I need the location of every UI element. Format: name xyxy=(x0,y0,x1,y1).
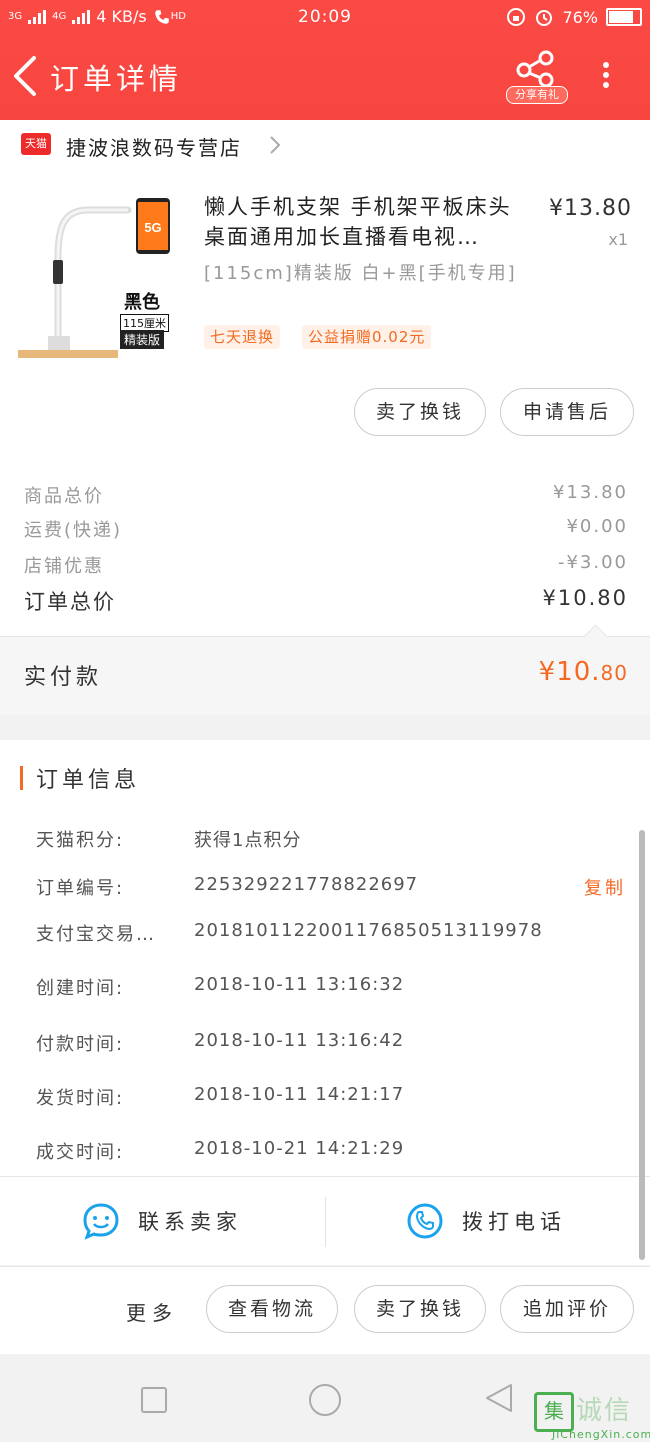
info-value: 225329221778822697 xyxy=(194,874,419,895)
product-image-edition: 精装版 xyxy=(120,330,165,349)
info-label: 订单编号: xyxy=(36,878,125,899)
actual-payment-label: 实付款 xyxy=(24,665,103,690)
watermark-url: JiChengXin.com xyxy=(552,1428,650,1441)
info-label: 发货时间: xyxy=(36,1088,125,1109)
price-summary: 商品总价 ¥13.80 运费(快递) ¥0.00 店铺优惠 -¥3.00 订单总… xyxy=(0,470,650,636)
info-value: 2018-10-11 13:16:42 xyxy=(194,1030,405,1051)
tag-charity-donation: 公益捐赠0.02元 xyxy=(302,325,432,349)
bottom-action-bar: 更多 查看物流 卖了换钱 追加评价 xyxy=(0,1266,650,1355)
share-label: 分享有礼 xyxy=(506,86,568,104)
info-row-order-number: 订单编号: 225329221778822697 复制 xyxy=(36,874,636,904)
shop-discount-value: -¥3.00 xyxy=(557,552,628,573)
info-value: 2018101122001176850513119978 xyxy=(194,920,543,941)
copy-order-number-button[interactable]: 复制 xyxy=(584,874,626,900)
order-info-section: 订单信息 天猫积分: 获得1点积分 订单编号: 2253292217788226… xyxy=(0,740,650,1176)
watermark-logo: 集 诚信 JiChengXin.com xyxy=(532,1390,650,1442)
order-total-row: 订单总价 ¥10.80 xyxy=(24,586,628,616)
info-row-created-time: 创建时间: 2018-10-11 13:16:32 xyxy=(36,974,636,1004)
rotation-lock-icon xyxy=(507,8,526,26)
info-value: 2018-10-11 13:16:32 xyxy=(194,974,405,995)
more-menu-icon[interactable] xyxy=(596,58,616,94)
shipping-row: 运费(快递) ¥0.00 xyxy=(24,516,628,546)
contact-seller-button[interactable]: 联系卖家 xyxy=(82,1199,242,1243)
tmall-badge: 天猫 xyxy=(21,133,51,155)
order-info-title: 订单信息 xyxy=(36,768,141,793)
sell-for-cash-button[interactable]: 卖了换钱 xyxy=(354,388,486,436)
product-card: 5G 黑色 115厘米 精装版 懒人手机支架 手机架平板床头桌面通用加长直播看电… xyxy=(0,170,650,470)
header: 3G 4G 4 KB/s HD 20:09 76% 订单详情 分享有礼 xyxy=(0,0,650,120)
status-right: 76% xyxy=(506,7,642,27)
divider xyxy=(325,1197,326,1247)
info-label: 支付宝交易… xyxy=(36,924,156,945)
call-phone-label: 拨打电话 xyxy=(462,1210,566,1234)
info-row-alipay-trade: 支付宝交易… 2018101122001176850513119978 xyxy=(36,920,636,950)
battery-percent: 76% xyxy=(562,7,598,27)
recent-apps-icon[interactable] xyxy=(140,1386,168,1414)
phone-call-icon xyxy=(407,1203,443,1239)
goods-total-label: 商品总价 xyxy=(24,486,104,507)
svg-text:5G: 5G xyxy=(144,220,161,235)
add-review-button[interactable]: 追加评价 xyxy=(500,1285,634,1333)
info-row-completed-time: 成交时间: 2018-10-21 14:21:29 xyxy=(36,1138,636,1168)
info-label: 付款时间: xyxy=(36,1034,125,1055)
shipping-value: ¥0.00 xyxy=(566,516,628,537)
back-arrow-icon[interactable] xyxy=(8,54,44,98)
more-button[interactable]: 更多 xyxy=(126,1297,178,1326)
watermark-glyph: 集 xyxy=(534,1392,574,1432)
info-label: 天猫积分: xyxy=(36,830,125,851)
shop-row[interactable]: 天猫 捷波浪数码专营店 xyxy=(0,120,650,170)
actual-payment-major: ¥10. xyxy=(538,657,601,687)
back-triangle-icon[interactable] xyxy=(484,1382,514,1414)
actual-payment-minor: 80 xyxy=(600,661,628,685)
goods-total-row: 商品总价 ¥13.80 xyxy=(24,482,628,512)
actual-payment-row: 实付款 ¥10.80 xyxy=(0,624,650,715)
product-sku: [115cm]精装版 白+黑[手机专用] xyxy=(204,263,517,284)
info-value: 获得1点积分 xyxy=(194,830,302,851)
share-icon xyxy=(516,50,554,88)
info-row-tmall-points: 天猫积分: 获得1点积分 xyxy=(36,826,636,856)
section-accent-bar xyxy=(20,766,23,790)
sell-for-cash-bottom-button[interactable]: 卖了换钱 xyxy=(354,1285,486,1333)
product-image-color: 黑色 xyxy=(124,292,160,313)
alarm-icon xyxy=(536,10,553,26)
shop-discount-row: 店铺优惠 -¥3.00 xyxy=(24,552,628,582)
info-row-paid-time: 付款时间: 2018-10-11 13:16:42 xyxy=(36,1030,636,1060)
contact-bar: 联系卖家 拨打电话 xyxy=(0,1176,650,1265)
product-title[interactable]: 懒人手机支架 手机架平板床头桌面通用加长直播看电视… xyxy=(204,192,524,252)
info-row-shipped-time: 发货时间: 2018-10-11 14:21:17 xyxy=(36,1084,636,1114)
status-bar: 3G 4G 4 KB/s HD 20:09 76% xyxy=(0,0,650,36)
goods-total-value: ¥13.80 xyxy=(553,482,628,503)
actual-payment-value: ¥10.80 xyxy=(539,657,628,687)
chevron-right-icon xyxy=(268,134,282,162)
shop-discount-label: 店铺优惠 xyxy=(24,556,104,577)
contact-seller-label: 联系卖家 xyxy=(138,1210,242,1234)
info-label: 成交时间: xyxy=(36,1142,125,1163)
chat-bubble-icon xyxy=(83,1203,119,1240)
product-price: ¥13.80 xyxy=(549,196,632,221)
order-total-value: ¥10.80 xyxy=(542,586,628,610)
shipping-label: 运费(快递) xyxy=(24,520,123,541)
info-value: 2018-10-21 14:21:29 xyxy=(194,1138,405,1159)
product-quantity: x1 xyxy=(608,230,628,249)
scrollbar[interactable] xyxy=(639,830,645,1260)
view-logistics-button[interactable]: 查看物流 xyxy=(206,1285,338,1333)
call-phone-button[interactable]: 拨打电话 xyxy=(406,1199,566,1243)
tag-seven-day-return: 七天退换 xyxy=(204,325,281,349)
product-image[interactable]: 5G 黑色 115厘米 精装版 xyxy=(18,188,178,358)
page-title: 订单详情 xyxy=(50,62,183,96)
info-label: 创建时间: xyxy=(36,978,125,999)
apply-after-sale-button[interactable]: 申请售后 xyxy=(500,388,634,436)
shop-name: 捷波浪数码专营店 xyxy=(66,136,242,160)
battery-icon xyxy=(606,8,642,26)
order-total-label: 订单总价 xyxy=(24,590,116,614)
nav-bar: 订单详情 分享有礼 xyxy=(0,40,650,112)
info-value: 2018-10-11 14:21:17 xyxy=(194,1084,405,1105)
home-icon[interactable] xyxy=(308,1383,342,1417)
share-button[interactable]: 分享有礼 xyxy=(506,48,568,104)
watermark-text: 诚信 xyxy=(576,1396,633,1426)
